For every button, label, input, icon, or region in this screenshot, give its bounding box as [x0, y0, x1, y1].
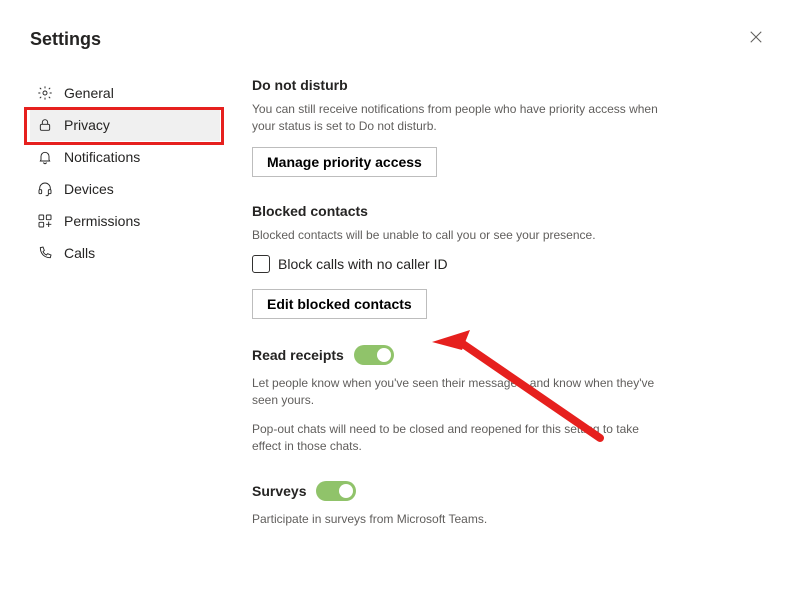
- block-no-caller-id-label: Block calls with no caller ID: [278, 256, 448, 272]
- gear-icon: [36, 84, 54, 102]
- read-receipts-subtext-2: Pop-out chats will need to be closed and…: [252, 421, 660, 455]
- read-receipts-heading: Read receipts: [252, 347, 344, 363]
- sidebar-item-notifications[interactable]: Notifications: [30, 141, 220, 173]
- sidebar-item-label: Permissions: [64, 213, 140, 229]
- block-no-caller-id-checkbox[interactable]: [252, 255, 270, 273]
- dnd-subtext: You can still receive notifications from…: [252, 101, 660, 135]
- apps-icon: [36, 212, 54, 230]
- close-button[interactable]: [745, 26, 767, 53]
- surveys-heading: Surveys: [252, 483, 306, 499]
- sidebar-item-privacy[interactable]: Privacy: [30, 109, 220, 141]
- dnd-section: Do not disturb You can still receive not…: [252, 77, 660, 177]
- sidebar-item-permissions[interactable]: Permissions: [30, 205, 220, 237]
- sidebar-item-label: Calls: [64, 245, 95, 261]
- page-title: Settings: [30, 29, 101, 50]
- sidebar-item-label: Devices: [64, 181, 114, 197]
- block-no-caller-id-row: Block calls with no caller ID: [252, 255, 660, 273]
- close-icon: [749, 31, 763, 48]
- surveys-section: Surveys Participate in surveys from Micr…: [252, 481, 660, 528]
- sidebar-item-label: Notifications: [64, 149, 140, 165]
- sidebar-item-label: General: [64, 85, 114, 101]
- settings-header: Settings: [0, 0, 797, 63]
- settings-sidebar: General Privacy Notifications Devices Pe…: [30, 77, 220, 553]
- sidebar-item-devices[interactable]: Devices: [30, 173, 220, 205]
- privacy-panel: Do not disturb You can still receive not…: [220, 77, 660, 553]
- blocked-heading: Blocked contacts: [252, 203, 660, 219]
- read-receipts-subtext-1: Let people know when you've seen their m…: [252, 375, 660, 409]
- sidebar-item-general[interactable]: General: [30, 77, 220, 109]
- blocked-subtext: Blocked contacts will be unable to call …: [252, 227, 660, 244]
- lock-icon: [36, 116, 54, 134]
- read-receipts-toggle[interactable]: [354, 345, 394, 365]
- manage-priority-access-button[interactable]: Manage priority access: [252, 147, 437, 177]
- blocked-contacts-section: Blocked contacts Blocked contacts will b…: [252, 203, 660, 320]
- read-receipts-section: Read receipts Let people know when you'v…: [252, 345, 660, 454]
- surveys-subtext: Participate in surveys from Microsoft Te…: [252, 511, 660, 528]
- edit-blocked-contacts-button[interactable]: Edit blocked contacts: [252, 289, 427, 319]
- phone-icon: [36, 244, 54, 262]
- headset-icon: [36, 180, 54, 198]
- bell-icon: [36, 148, 54, 166]
- sidebar-item-calls[interactable]: Calls: [30, 237, 220, 269]
- sidebar-item-label: Privacy: [64, 117, 110, 133]
- dnd-heading: Do not disturb: [252, 77, 660, 93]
- surveys-toggle[interactable]: [316, 481, 356, 501]
